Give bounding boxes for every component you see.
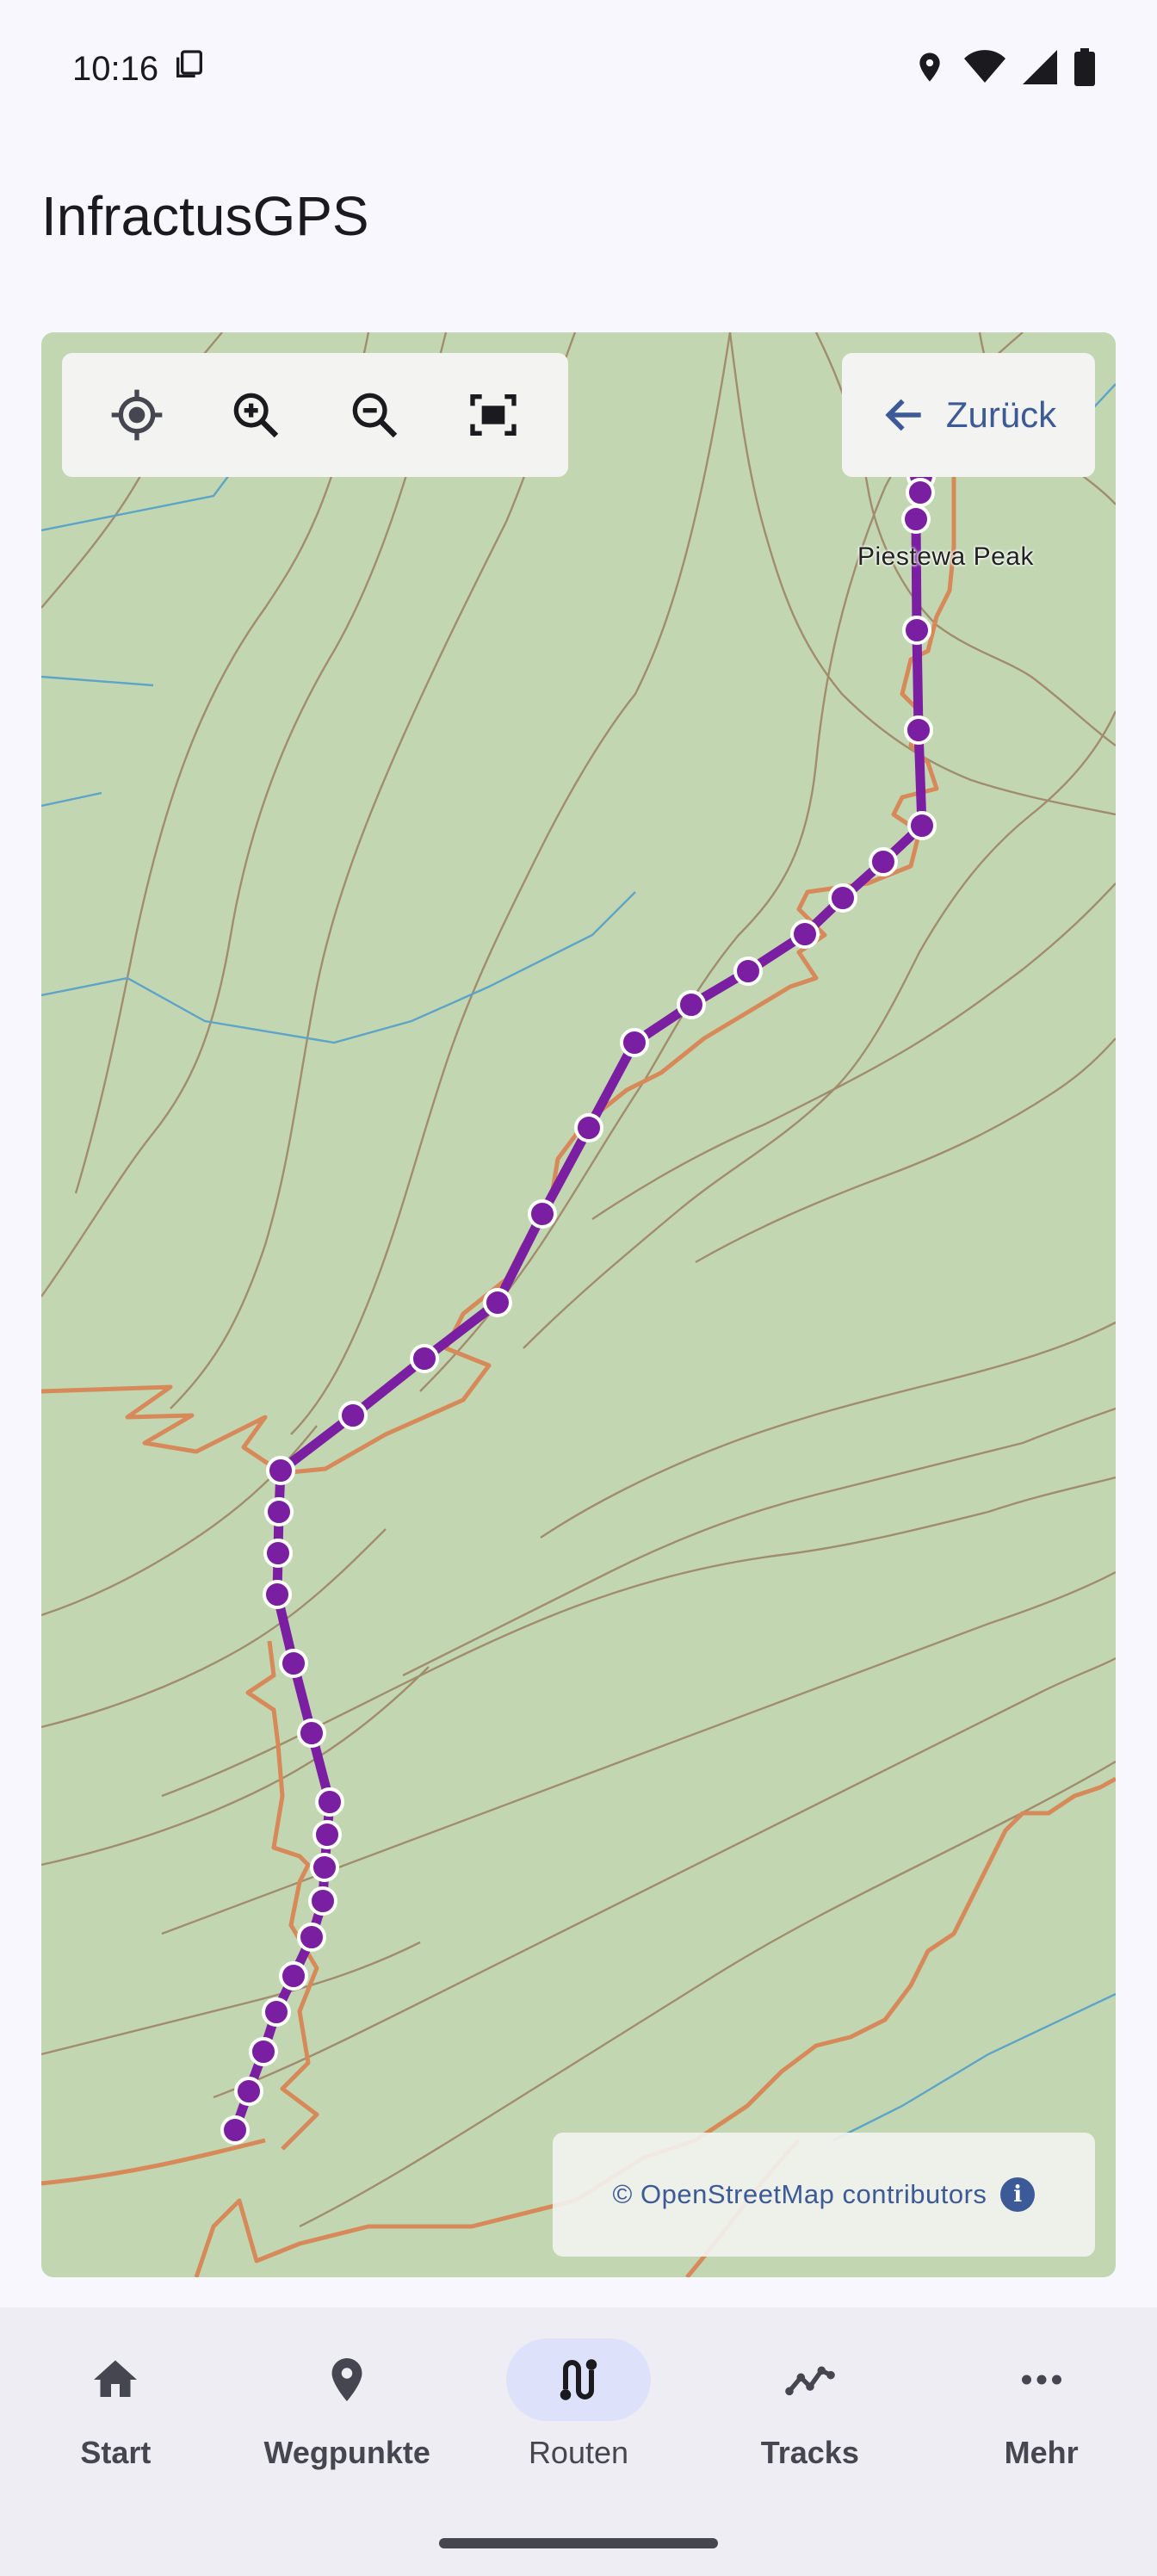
route-icon (560, 2359, 597, 2400)
nav-item-start[interactable]: Start (0, 2338, 232, 2497)
nav-pill-wegpunkte (275, 2338, 419, 2421)
route-point (262, 1997, 291, 2027)
route-point (263, 1539, 293, 1568)
route-line (230, 471, 927, 2135)
route-point (315, 1787, 344, 1817)
map-view[interactable]: Piestewa Peak Zurück © OpenStreetMap con… (41, 332, 1116, 2277)
route-point (297, 1718, 326, 1748)
contour-lines (41, 332, 1116, 2228)
route-point (310, 1853, 339, 1882)
back-button-label: Zurück (945, 394, 1057, 435)
nav-item-tracks[interactable]: Tracks (694, 2338, 925, 2497)
route-point (904, 715, 933, 745)
route-point (308, 1886, 337, 1916)
map-attribution[interactable]: © OpenStreetMap contributors i (553, 2133, 1095, 2257)
nav-item-wegpunkte[interactable]: Wegpunkte (232, 2338, 463, 2497)
route-point (220, 2115, 250, 2145)
nav-pill-tracks (738, 2338, 882, 2421)
route-point (483, 1288, 512, 1317)
route-point (312, 1820, 342, 1849)
fit-route-icon (470, 394, 517, 436)
route-point (733, 957, 763, 986)
nav-item-mehr[interactable]: Mehr (925, 2338, 1157, 2497)
status-time: 10:16 (72, 49, 159, 88)
route-point (279, 1961, 308, 1991)
route-point (279, 1649, 308, 1678)
nav-item-routen[interactable]: Routen (463, 2338, 695, 2497)
route-point (620, 1028, 649, 1057)
route-point (906, 478, 935, 507)
route-point (249, 2037, 278, 2066)
app-title: InfractusGPS (41, 185, 369, 247)
status-left: 10:16 (72, 47, 207, 90)
route-point (907, 811, 937, 840)
nav-pill-mehr (969, 2338, 1114, 2421)
nav-label-start: Start (80, 2435, 152, 2470)
fit-route-button[interactable] (450, 372, 536, 458)
nav-label-routen: Routen (528, 2435, 629, 2470)
route-point (901, 505, 931, 534)
signal-icon (1023, 49, 1057, 89)
nav-pill-start (43, 2338, 188, 2421)
nav-label-tracks: Tracks (760, 2435, 859, 2470)
nav-label-wegpunkte: Wegpunkte (263, 2435, 430, 2470)
home-icon (94, 2360, 138, 2397)
my-location-icon (111, 389, 163, 441)
route-point (790, 920, 820, 949)
timeline-icon (784, 2366, 835, 2396)
route-waypoints (220, 461, 937, 2145)
location-icon (913, 50, 947, 89)
route-point (297, 1923, 326, 1952)
bottom-navigation: Start Wegpunkte Routen Tracks Mehr (0, 2307, 1157, 2576)
more-horiz-icon (1021, 2375, 1061, 2385)
water-lines (41, 383, 1116, 2142)
route-point (869, 847, 898, 876)
nav-pill-routen (505, 2338, 651, 2421)
my-location-button[interactable] (94, 372, 180, 458)
info-icon[interactable]: i (1000, 2177, 1036, 2212)
map-controls (62, 353, 568, 477)
route-point (234, 2077, 263, 2106)
nav-label-mehr: Mehr (1004, 2435, 1079, 2470)
attribution-text: © OpenStreetMap contributors (612, 2179, 987, 2209)
route-point (828, 883, 857, 913)
zoom-out-button[interactable] (331, 372, 418, 458)
route-point (902, 616, 931, 645)
zoom-out-icon (352, 393, 398, 438)
route-point (528, 1199, 557, 1229)
battery-icon (1074, 47, 1095, 90)
route-point (263, 1580, 292, 1609)
route-point (264, 1497, 294, 1526)
back-button[interactable]: Zurück (842, 353, 1095, 477)
route-point (338, 1401, 368, 1430)
route-point (266, 1456, 295, 1485)
wifi-icon (964, 49, 1005, 89)
home-indicator[interactable] (439, 2538, 718, 2548)
clipboard-icon (172, 47, 207, 90)
peak-label: Piestewa Peak (857, 542, 1034, 571)
map-canvas[interactable] (41, 332, 1116, 2277)
route-point (574, 1113, 603, 1142)
place-icon (331, 2358, 362, 2401)
zoom-in-icon (233, 393, 279, 438)
status-right (913, 47, 1095, 90)
status-bar: 10:16 (0, 0, 1157, 138)
route-point (410, 1344, 439, 1373)
route-point (677, 990, 706, 1019)
arrow-back-icon (885, 399, 921, 431)
zoom-in-button[interactable] (213, 372, 299, 458)
